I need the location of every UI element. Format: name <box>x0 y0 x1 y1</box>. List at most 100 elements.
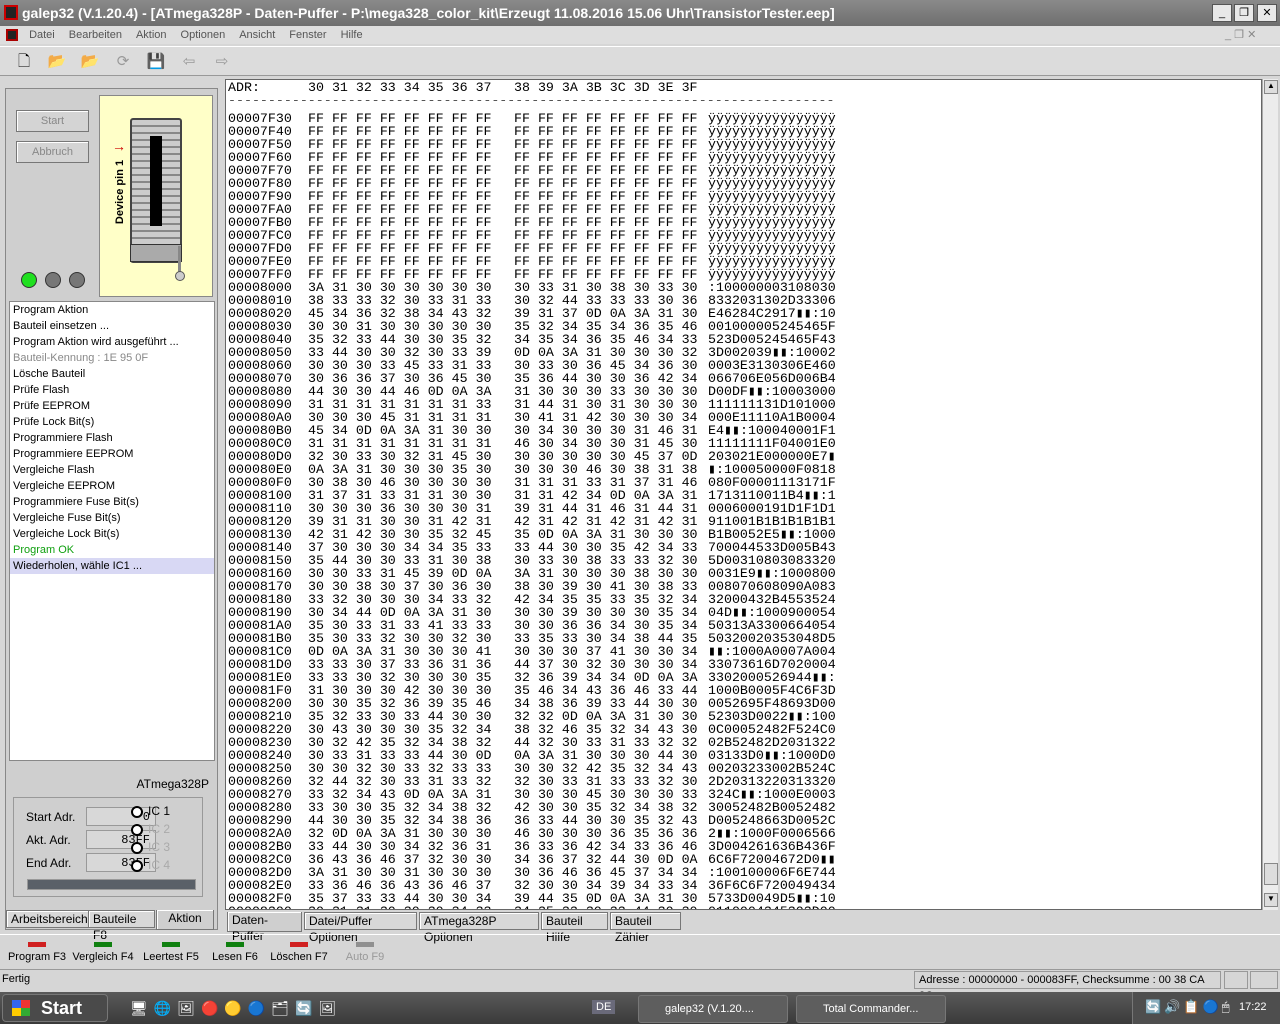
checksum-status: Adresse : 00000000 - 000083FF, Checksumm… <box>914 971 1221 1002</box>
back-arrow-icon[interactable]: ⇦ <box>179 53 199 71</box>
close-button[interactable]: ✕ <box>1257 4 1277 22</box>
lever-knob[interactable] <box>175 271 185 281</box>
menu-optionen[interactable]: Optionen <box>181 29 226 41</box>
function-label: Löschen F7 <box>270 951 328 963</box>
task-total-commander[interactable]: Total Commander... <box>796 995 946 1023</box>
socket-lever[interactable] <box>178 246 181 274</box>
menu-hilfe[interactable]: Hilfe <box>341 29 363 41</box>
function-button[interactable]: Lesen F6 <box>202 935 268 969</box>
function-indicator <box>162 942 180 947</box>
akt-adr-label: Akt. Adr. <box>26 833 71 847</box>
function-indicator <box>28 942 46 947</box>
log-item: Prüfe Flash <box>13 384 70 396</box>
log-item: Program Aktion <box>13 304 89 316</box>
tab-bauteile[interactable]: Bauteile F8 <box>88 910 155 942</box>
hex-bytes: 34 35 33 30 33 44 30 30 <box>514 905 698 909</box>
doc-icon <box>6 29 18 42</box>
function-indicator <box>356 942 374 947</box>
save-icon[interactable]: 💾 <box>146 53 166 71</box>
tab-bauteil-hilfe[interactable]: Bauteil Hilfe <box>541 912 608 944</box>
menu-datei[interactable]: Datei <box>29 29 55 41</box>
status-led <box>69 272 85 288</box>
left-panel: Start Abbruch Device pin 1 → Program Akt… <box>5 88 218 942</box>
tab-aktion[interactable]: Aktion <box>156 910 214 930</box>
tab-datei-puffer-optionen[interactable]: Datei/Puffer Optionen <box>304 912 417 944</box>
status-pane <box>1250 971 1278 989</box>
function-button[interactable]: Vergleich F4 <box>70 935 136 969</box>
header-columns: 30 31 32 33 34 35 36 37 <box>308 80 492 95</box>
language-indicator[interactable]: DE <box>592 1000 616 1014</box>
function-button[interactable]: Leertest F5 <box>138 935 204 969</box>
start-adr-field[interactable]: 0 <box>86 807 156 826</box>
end-adr-field[interactable]: 83FF <box>86 853 156 872</box>
load-folder-icon[interactable]: 📂 <box>80 53 100 71</box>
log-item: Bauteil-Kennung : 1E 95 0F <box>13 352 149 364</box>
log-item: Bauteil einsetzen ... <box>13 320 110 332</box>
tab-daten-puffer[interactable]: Daten-Puffer <box>227 912 302 943</box>
vertical-scrollbar[interactable]: ▲ ▼ <box>1262 79 1278 910</box>
akt-adr-field[interactable]: 83FF <box>86 830 156 849</box>
function-label: Leertest F5 <box>143 951 199 963</box>
log-item: Vergleiche Lock Bit(s) <box>13 528 120 540</box>
ic-radio-2[interactable] <box>131 824 143 836</box>
system-tray: 🔄🔊📋🔵🖱 17:22 <box>1132 992 1280 1024</box>
quicklaunch-icons[interactable]: 🖥🌐🖼🔴🟡🔵🗂🔄🖼 <box>130 1000 342 1017</box>
tab-atmega328p-optionen[interactable]: ATmega328P Optionen <box>419 912 539 944</box>
ic-radio-4[interactable] <box>131 860 143 872</box>
restore-button[interactable]: ❐ <box>1234 4 1254 22</box>
menu-ansicht[interactable]: Ansicht <box>239 29 275 41</box>
hex-ascii: 0110004345303D00 <box>708 905 836 909</box>
zif-socket-image: Device pin 1 → <box>99 95 213 297</box>
ic-radio-3[interactable] <box>131 842 143 854</box>
scroll-thumb[interactable] <box>1264 863 1278 885</box>
function-label: Vergleich F4 <box>72 951 134 963</box>
function-button[interactable]: Auto F9 <box>332 935 398 969</box>
device-pin-label: Device pin 1 <box>114 159 127 225</box>
header-addr: ADR: <box>228 80 260 95</box>
menu-bearbeiten[interactable]: Bearbeiten <box>69 29 122 41</box>
log-item: Vergleiche EEPROM <box>13 480 116 492</box>
log-item: Program Aktion wird ausgeführt ... <box>13 336 179 348</box>
function-button[interactable]: Löschen F7 <box>266 935 332 969</box>
ic-label: IC 1 <box>148 804 171 818</box>
function-label: Auto F9 <box>345 951 385 963</box>
ic-label: IC 2 <box>148 822 171 836</box>
task-galep32[interactable]: galep32 (V.1.20.... <box>638 995 788 1023</box>
clock: 17:22 <box>1239 1001 1267 1013</box>
forward-arrow-icon[interactable]: ⇨ <box>212 53 232 71</box>
log-item: Prüfe Lock Bit(s) <box>13 416 95 428</box>
menu-aktion[interactable]: Aktion <box>136 29 167 41</box>
log-item: Prüfe EEPROM <box>13 400 91 412</box>
scroll-up-button[interactable]: ▲ <box>1264 80 1278 94</box>
log-item: Programmiere EEPROM <box>13 448 134 460</box>
new-file-icon[interactable]: 🗋 <box>14 53 34 71</box>
header-columns: 38 39 3A 3B 3C 3D 3E 3F <box>514 80 698 95</box>
open-folder-icon[interactable]: 📂 <box>47 53 67 71</box>
tray-icons[interactable]: 🔄🔊📋🔵🖱 <box>1145 999 1233 1015</box>
taskbar: Start 🖥🌐🖼🔴🟡🔵🗂🔄🖼 DE galep32 (V.1.20.... T… <box>0 992 1280 1024</box>
scroll-down-button[interactable]: ▼ <box>1264 893 1278 907</box>
socket-slot <box>150 136 162 226</box>
abort-button[interactable]: Abbruch <box>16 141 89 163</box>
status-led-green <box>21 272 37 288</box>
tab-bauteil-z-hler[interactable]: Bauteil Zähler <box>610 912 681 944</box>
hex-buffer-view[interactable]: ADR: 30 31 32 33 34 35 36 37 38 39 3A 3B 3… <box>225 79 1262 910</box>
tab-arbeitsbereich[interactable]: Arbeitsbereich <box>6 910 93 928</box>
function-button[interactable]: Program F3 <box>4 935 70 969</box>
reload-icon[interactable]: ⟳ <box>113 53 133 71</box>
start-button[interactable]: Start <box>16 110 89 132</box>
menu-bar: Datei Bearbeiten Aktion Optionen Ansicht Fens… <box>0 26 1280 44</box>
minimize-button[interactable]: _ <box>1212 4 1232 22</box>
end-adr-label: End Adr. <box>26 856 72 870</box>
log-item: Vergleiche Fuse Bit(s) <box>13 512 121 524</box>
function-indicator <box>226 942 244 947</box>
log-item: Lösche Bauteil <box>13 368 86 380</box>
mdi-controls[interactable]: _ ❐ ✕ <box>1225 26 1256 44</box>
ic-radio-1[interactable] <box>131 806 143 818</box>
progress-fill <box>28 880 195 889</box>
progress-bar <box>27 879 196 890</box>
status-bar: Fertig Adresse : 00000000 - 000083FF, Ch… <box>0 971 1280 1002</box>
menu-fenster[interactable]: Fenster <box>289 29 326 41</box>
log-item: Program OK <box>13 544 75 556</box>
hex-bytes: 30 31 31 30 30 30 34 33 <box>308 905 492 909</box>
